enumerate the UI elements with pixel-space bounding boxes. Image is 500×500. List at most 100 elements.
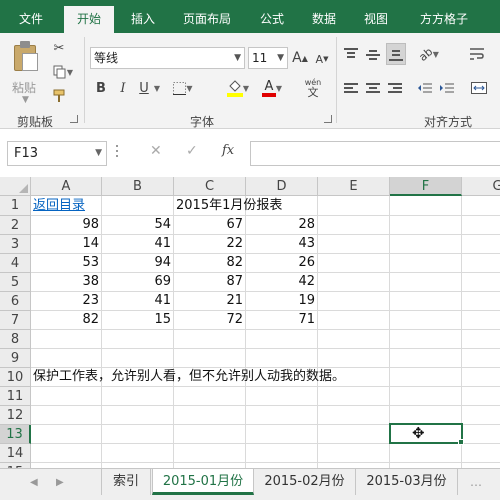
- worksheet-grid[interactable]: A B C D E F G 1 2 3 4 5 6 7 8 9 10 11 12…: [0, 177, 500, 468]
- align-left-icon[interactable]: [342, 79, 360, 97]
- table-cell[interactable]: 26: [246, 253, 318, 272]
- table-cell[interactable]: 54: [102, 215, 174, 234]
- select-all-button[interactable]: [0, 177, 31, 196]
- row-header-13[interactable]: 13: [0, 425, 31, 444]
- table-cell[interactable]: 72: [174, 310, 246, 329]
- name-box[interactable]: F13 ▼: [7, 141, 107, 166]
- tab-page-layout[interactable]: 页面布局: [174, 6, 240, 33]
- table-cell[interactable]: 82: [174, 253, 246, 272]
- next-sheet-icon[interactable]: ▶: [56, 477, 64, 488]
- column-header-d[interactable]: D: [246, 177, 318, 196]
- row-header-11[interactable]: 11: [0, 387, 31, 406]
- row-header-9[interactable]: 9: [0, 349, 31, 368]
- cut-icon[interactable]: ✂: [50, 39, 68, 57]
- row-header-4[interactable]: 4: [0, 254, 31, 273]
- cell-c1-report-title[interactable]: 2015年1月份报表: [174, 196, 318, 215]
- row-header-6[interactable]: 6: [0, 292, 31, 311]
- table-cell[interactable]: 22: [174, 234, 246, 253]
- sheet-tab-2015-03[interactable]: 2015-03月份: [356, 469, 458, 495]
- chevron-down-icon[interactable]: ▼: [152, 83, 162, 93]
- cancel-icon[interactable]: ✕: [150, 143, 162, 159]
- copy-icon[interactable]: ▼: [50, 63, 76, 81]
- cell-a1-return-link[interactable]: 返回目录: [31, 196, 102, 215]
- tab-view[interactable]: 视图: [354, 6, 398, 33]
- column-header-a[interactable]: A: [31, 177, 102, 196]
- row-header-5[interactable]: 5: [0, 273, 31, 292]
- align-center-icon[interactable]: [364, 79, 382, 97]
- table-cell[interactable]: 41: [102, 234, 174, 253]
- align-bottom-icon[interactable]: [386, 43, 406, 65]
- active-cell-f13[interactable]: [389, 423, 463, 444]
- tab-ffcell[interactable]: 方方格子: [408, 6, 480, 33]
- column-header-e[interactable]: E: [318, 177, 390, 196]
- orientation-icon[interactable]: ab ▼: [416, 45, 442, 64]
- row-header-8[interactable]: 8: [0, 330, 31, 349]
- table-cell[interactable]: 98: [31, 215, 102, 234]
- table-cell[interactable]: 82: [31, 310, 102, 329]
- table-cell[interactable]: 15: [102, 310, 174, 329]
- merge-center-icon[interactable]: [466, 79, 492, 97]
- row-header-12[interactable]: 12: [0, 406, 31, 425]
- decrease-indent-icon[interactable]: [416, 79, 434, 97]
- row-header-7[interactable]: 7: [0, 311, 31, 330]
- tab-file[interactable]: 文件: [8, 6, 54, 33]
- row-header-14[interactable]: 14: [0, 444, 31, 463]
- tab-home[interactable]: 开始: [64, 6, 114, 33]
- increase-indent-icon[interactable]: [438, 79, 456, 97]
- font-color-icon[interactable]: A ▼: [256, 77, 288, 99]
- cell-a10-note[interactable]: 保护工作表，允许别人看，但不允许别人动我的数据。: [31, 367, 471, 386]
- tab-insert[interactable]: 插入: [120, 6, 166, 33]
- table-cell[interactable]: 87: [174, 272, 246, 291]
- formula-input[interactable]: [250, 141, 500, 166]
- more-sheets-icon[interactable]: …: [470, 475, 482, 489]
- fill-handle[interactable]: [458, 439, 464, 445]
- table-cell[interactable]: 69: [102, 272, 174, 291]
- table-cell[interactable]: 19: [246, 291, 318, 310]
- table-cell[interactable]: 41: [102, 291, 174, 310]
- bold-button[interactable]: B: [94, 79, 108, 97]
- align-top-icon[interactable]: [342, 45, 360, 63]
- underline-button[interactable]: U: [137, 79, 151, 97]
- table-cell[interactable]: 71: [246, 310, 318, 329]
- tab-data[interactable]: 数据: [302, 6, 346, 33]
- enter-icon[interactable]: ✓: [186, 143, 198, 159]
- sheet-tab-2015-02[interactable]: 2015-02月份: [254, 469, 356, 495]
- phonetic-icon[interactable]: wén 文: [298, 75, 328, 101]
- font-name-select[interactable]: 等线 ▼: [90, 47, 245, 69]
- shrink-font-icon[interactable]: A ▼: [314, 51, 330, 67]
- column-header-b[interactable]: B: [102, 177, 174, 196]
- align-right-icon[interactable]: [386, 79, 404, 97]
- format-painter-icon[interactable]: [50, 87, 68, 105]
- align-middle-icon[interactable]: [364, 45, 382, 63]
- table-cell[interactable]: 21: [174, 291, 246, 310]
- font-launcher-icon[interactable]: [324, 115, 332, 123]
- borders-icon[interactable]: ▼: [170, 79, 196, 97]
- row-header-10[interactable]: 10: [0, 368, 31, 387]
- sheet-tab-index[interactable]: 索引: [101, 469, 151, 495]
- row-header-3[interactable]: 3: [0, 235, 31, 254]
- table-cell[interactable]: 43: [246, 234, 318, 253]
- grow-font-icon[interactable]: A ▲: [292, 49, 308, 67]
- previous-sheet-icon[interactable]: ◀: [30, 477, 38, 488]
- table-cell[interactable]: 53: [31, 253, 102, 272]
- table-cell[interactable]: 14: [31, 234, 102, 253]
- italic-button[interactable]: I: [116, 79, 130, 97]
- table-cell[interactable]: 23: [31, 291, 102, 310]
- column-header-c[interactable]: C: [174, 177, 246, 196]
- table-cell[interactable]: 38: [31, 272, 102, 291]
- table-cell[interactable]: 67: [174, 215, 246, 234]
- fill-color-icon[interactable]: ▼: [222, 77, 254, 99]
- wrap-text-icon[interactable]: [464, 45, 490, 63]
- column-header-f[interactable]: F: [390, 177, 462, 196]
- clipboard-launcher-icon[interactable]: [70, 115, 78, 123]
- insert-function-icon[interactable]: fx: [222, 143, 234, 158]
- font-size-select[interactable]: 11 ▼: [248, 47, 288, 69]
- paste-button[interactable]: 粘贴 ▼: [10, 39, 44, 107]
- formula-bar-grip[interactable]: [116, 145, 120, 161]
- row-header-2[interactable]: 2: [0, 216, 31, 235]
- table-cell[interactable]: 28: [246, 215, 318, 234]
- row-header-1[interactable]: 1: [0, 196, 31, 216]
- table-cell[interactable]: 42: [246, 272, 318, 291]
- sheet-tab-2015-01[interactable]: 2015-01月份: [152, 469, 254, 495]
- table-cell[interactable]: 94: [102, 253, 174, 272]
